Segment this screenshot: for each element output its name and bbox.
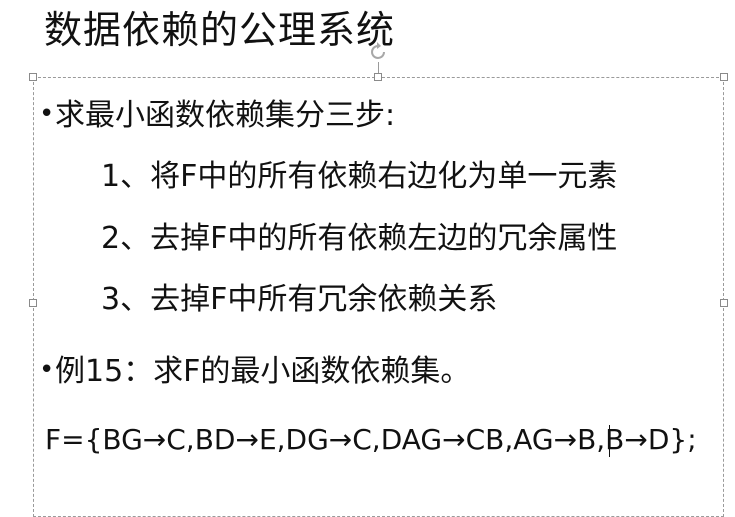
body-line-1: 求最小函数依赖集分三步: bbox=[55, 98, 396, 133]
bullet-2: • bbox=[39, 355, 55, 385]
resize-handle-middle-left[interactable] bbox=[29, 299, 37, 307]
text-cursor bbox=[609, 425, 610, 457]
body-line-6: F={BG→C,BD→E,DG→C,DAG→CB,AG→B,B→D}; bbox=[45, 423, 697, 456]
body-line-5: 例15：求F的最小函数依赖集。 bbox=[55, 354, 471, 389]
resize-handle-middle-right[interactable] bbox=[720, 299, 728, 307]
bullet-1: • bbox=[39, 99, 55, 129]
rotate-handle-icon[interactable] bbox=[366, 40, 390, 64]
resize-handle-top-middle[interactable] bbox=[374, 73, 382, 81]
resize-handle-top-left[interactable] bbox=[29, 73, 37, 81]
body-line-4: 3、去掉F中所有冗余依赖关系 bbox=[101, 282, 498, 317]
slide-title[interactable]: 数据依赖的公理系统 bbox=[44, 6, 395, 54]
resize-handle-top-right[interactable] bbox=[720, 73, 728, 81]
body-line-2: 1、将F中的所有依赖右边化为单一元素 bbox=[101, 159, 618, 194]
body-line-3: 2、去掉F中的所有依赖左边的冗余属性 bbox=[101, 221, 618, 256]
